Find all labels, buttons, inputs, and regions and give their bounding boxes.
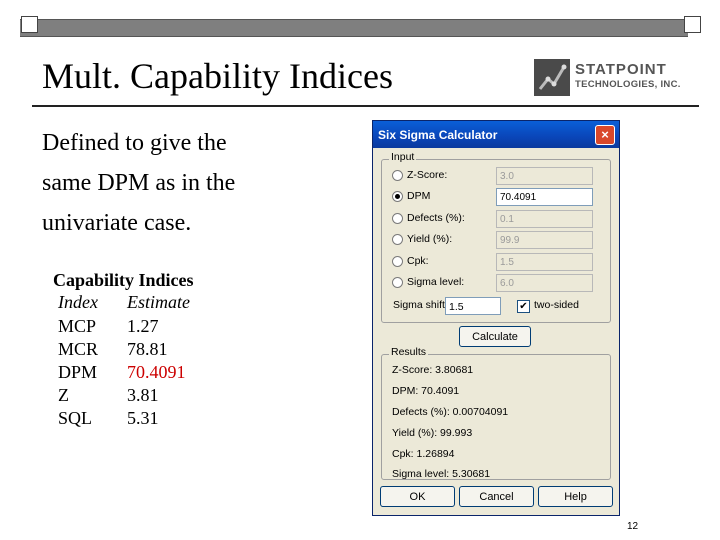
table-row-estimate: 3.81 xyxy=(127,385,159,405)
close-button[interactable]: × xyxy=(595,125,615,145)
result-line: DPM: 70.4091 xyxy=(392,385,460,397)
body-text-line: univariate case. xyxy=(42,210,192,236)
cancel-button[interactable]: Cancel xyxy=(459,486,534,507)
sigma-shift-field[interactable]: 1.5 xyxy=(445,297,501,315)
table-row-index: MCR xyxy=(58,339,99,359)
radio-cpk[interactable] xyxy=(392,256,403,267)
radio-dpm[interactable] xyxy=(392,191,403,202)
table-row-index: DPM xyxy=(58,362,98,382)
two-sided-label: two-sided xyxy=(534,299,579,311)
option-label: Defects (%): xyxy=(407,212,465,224)
table-row-estimate: 78.81 xyxy=(127,339,168,359)
result-line: Z-Score: 3.80681 xyxy=(392,364,474,376)
defects-field[interactable]: 0.1 xyxy=(496,210,593,228)
ok-button[interactable]: OK xyxy=(380,486,455,507)
option-label: Z-Score: xyxy=(407,169,448,181)
logo-text-line2: TECHNOLOGIES, INC. xyxy=(575,79,681,90)
help-button[interactable]: Help xyxy=(538,486,613,507)
sigma-shift-label: Sigma shift: xyxy=(393,299,448,311)
body-text-line: Defined to give the xyxy=(42,130,227,156)
z-score-field[interactable]: 3.0 xyxy=(496,167,593,185)
option-label: Yield (%): xyxy=(407,233,453,245)
table-row-index: Z xyxy=(58,385,69,405)
result-line: Defects (%): 0.00704091 xyxy=(392,406,509,418)
table-row-estimate: 5.31 xyxy=(127,408,159,428)
logo-mark xyxy=(534,59,570,96)
input-group-label: Input xyxy=(389,151,417,163)
option-label: DPM xyxy=(407,190,431,202)
top-left-square xyxy=(21,16,38,33)
result-line: Yield (%): 99.993 xyxy=(392,427,473,439)
dialog-title: Six Sigma Calculator xyxy=(378,128,498,142)
table-row-estimate: 1.27 xyxy=(127,316,159,336)
logo-text-line1: STATPOINT xyxy=(575,61,667,78)
table-row-index: MCP xyxy=(58,316,97,336)
yield-field[interactable]: 99.9 xyxy=(496,231,593,249)
body-text-line: same DPM as in the xyxy=(42,170,236,196)
title-underline xyxy=(32,105,699,107)
statpoint-logo: STATPOINT TECHNOLOGIES, INC. xyxy=(534,59,700,97)
radio-defects[interactable] xyxy=(392,213,403,224)
option-label: Sigma level: xyxy=(407,276,465,288)
result-line: Cpk: 1.26894 xyxy=(392,448,455,460)
table-row-estimate-highlight: 70.4091 xyxy=(127,362,186,382)
sigma-level-field[interactable]: 6.0 xyxy=(496,274,593,292)
cpk-field[interactable]: 1.5 xyxy=(496,253,593,271)
results-group-label: Results xyxy=(389,346,429,358)
dialog-title-bar[interactable]: Six Sigma Calculator × xyxy=(373,121,619,148)
radio-z-score[interactable] xyxy=(392,170,403,181)
radio-sigma-level[interactable] xyxy=(392,277,403,288)
calculate-button[interactable]: Calculate xyxy=(459,326,531,347)
table-row-index: SQL xyxy=(58,408,93,428)
radio-yield[interactable] xyxy=(392,234,403,245)
option-label: Cpk: xyxy=(407,255,429,267)
slide-top-bar xyxy=(20,19,688,37)
page-number: 12 xyxy=(627,521,639,532)
capability-title: Capability Indices xyxy=(53,270,194,290)
estimate-header: Estimate xyxy=(127,292,190,312)
six-sigma-calculator-dialog: Six Sigma Calculator × Input Z-Score: 3.… xyxy=(372,120,620,516)
result-line: Sigma level: 5.30681 xyxy=(392,468,491,480)
slide-title: Mult. Capability Indices xyxy=(42,56,393,96)
dpm-field[interactable]: 70.4091 xyxy=(496,188,593,206)
top-right-square xyxy=(684,16,701,33)
index-header: Index xyxy=(58,292,98,312)
two-sided-checkbox[interactable]: ✔ xyxy=(517,300,530,313)
